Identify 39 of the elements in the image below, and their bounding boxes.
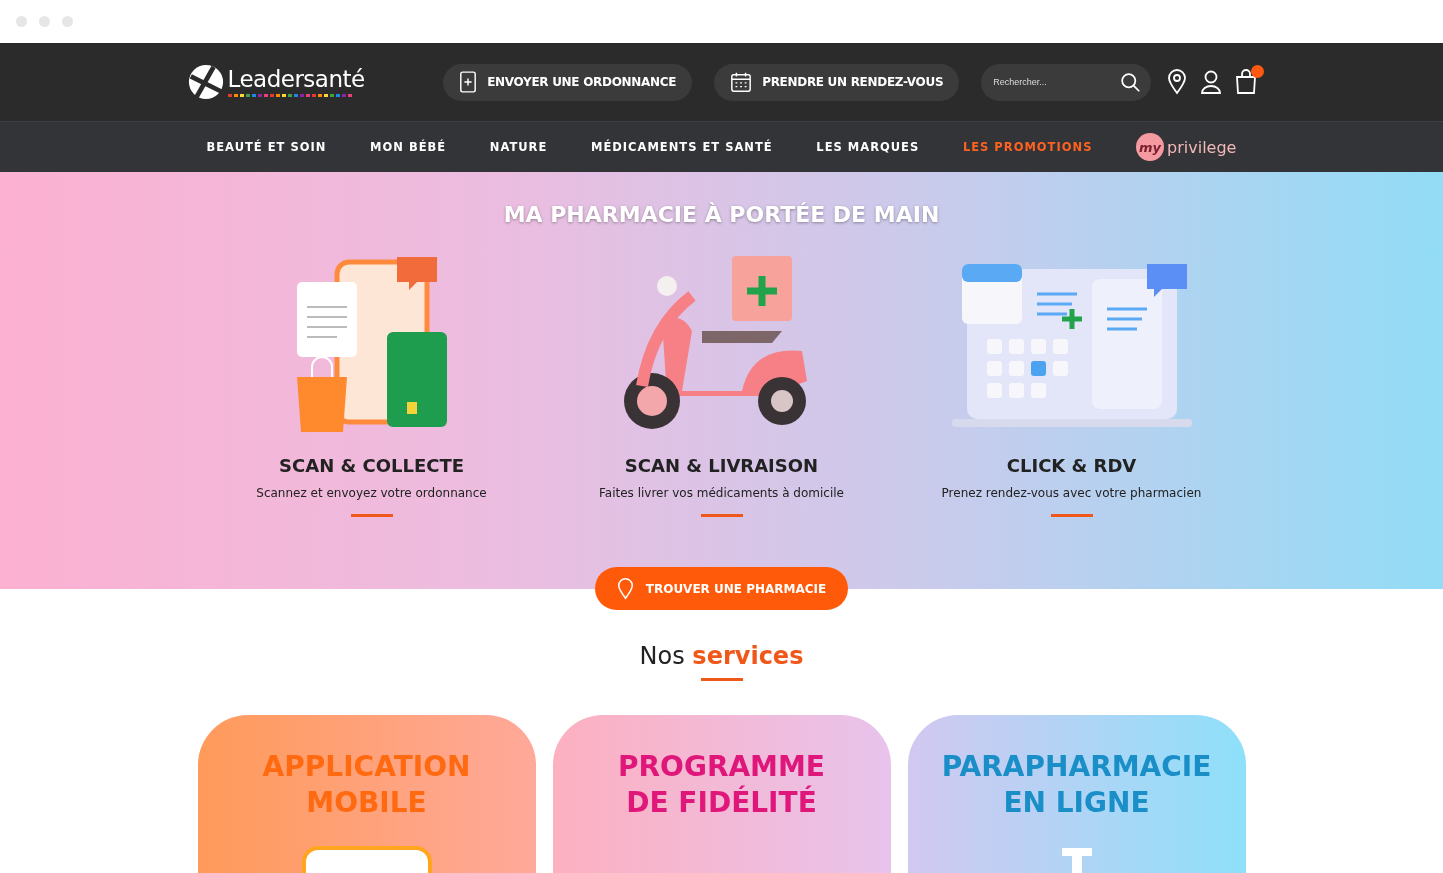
- calendar-icon: [730, 71, 753, 93]
- card-title: PARAPHARMACIE EN LIGNE: [940, 749, 1213, 822]
- logo-text: Leadersanté: [227, 66, 365, 92]
- nav-link[interactable]: LES MARQUES: [816, 140, 920, 154]
- document-plus-icon: [459, 71, 478, 93]
- location-pin-icon: [616, 577, 634, 600]
- title-underline: [700, 678, 743, 681]
- shopping-bag-icon: [1234, 69, 1257, 95]
- title-underline: [1050, 514, 1093, 517]
- action-button[interactable]: ENVOYER UNE ORDONNANCE: [443, 63, 693, 101]
- user-icon: [1199, 69, 1222, 95]
- privilege-badge: my: [1136, 133, 1165, 161]
- section-title: Nos services: [639, 642, 804, 670]
- nav-link[interactable]: MON BÉBÉ: [370, 140, 447, 154]
- card-title: PROGRAMME DE FIDÉLITÉ: [617, 749, 826, 822]
- window-dot[interactable]: [62, 16, 73, 27]
- title-underline: [350, 514, 393, 517]
- nav-link[interactable]: LES PROMOTIONS: [962, 140, 1093, 154]
- action-button[interactable]: PRENDRE UN RENDEZ-VOUS: [714, 63, 960, 101]
- hero-title: MA PHARMACIE À PORTÉE DE MAIN: [503, 202, 940, 227]
- feature-text: Prenez rendez-vous avec votre pharmacien: [941, 486, 1202, 500]
- nav-link[interactable]: MÉDICAMENTS ET SANTÉ: [590, 140, 773, 154]
- feature-title: SCAN & LIVRAISON: [624, 455, 819, 476]
- search-field[interactable]: Rechercher...: [981, 63, 1151, 101]
- title-underline: [700, 514, 743, 517]
- logo-icon: [186, 63, 225, 101]
- feature-text: Scannez et envoyez votre ordonnance: [256, 486, 487, 500]
- feature-title: CLICK & RDV: [1006, 455, 1137, 476]
- color-dots-icon: [227, 94, 354, 98]
- privilege-link[interactable]: my privilege: [1136, 133, 1237, 161]
- search-icon: [1119, 71, 1141, 93]
- card-title: APPLICATION MOBILE: [261, 749, 472, 822]
- feature-text: Faites livrer vos médicaments à domicile: [599, 486, 844, 500]
- window-dot[interactable]: [39, 16, 50, 27]
- window-dot[interactable]: [16, 16, 27, 27]
- feature-title: SCAN & COLLECTE: [279, 455, 464, 476]
- location-pin-icon: [1166, 69, 1187, 95]
- nav-link[interactable]: BEAUTÉ ET SOIN: [206, 140, 327, 154]
- nav-link[interactable]: NATURE: [489, 140, 548, 154]
